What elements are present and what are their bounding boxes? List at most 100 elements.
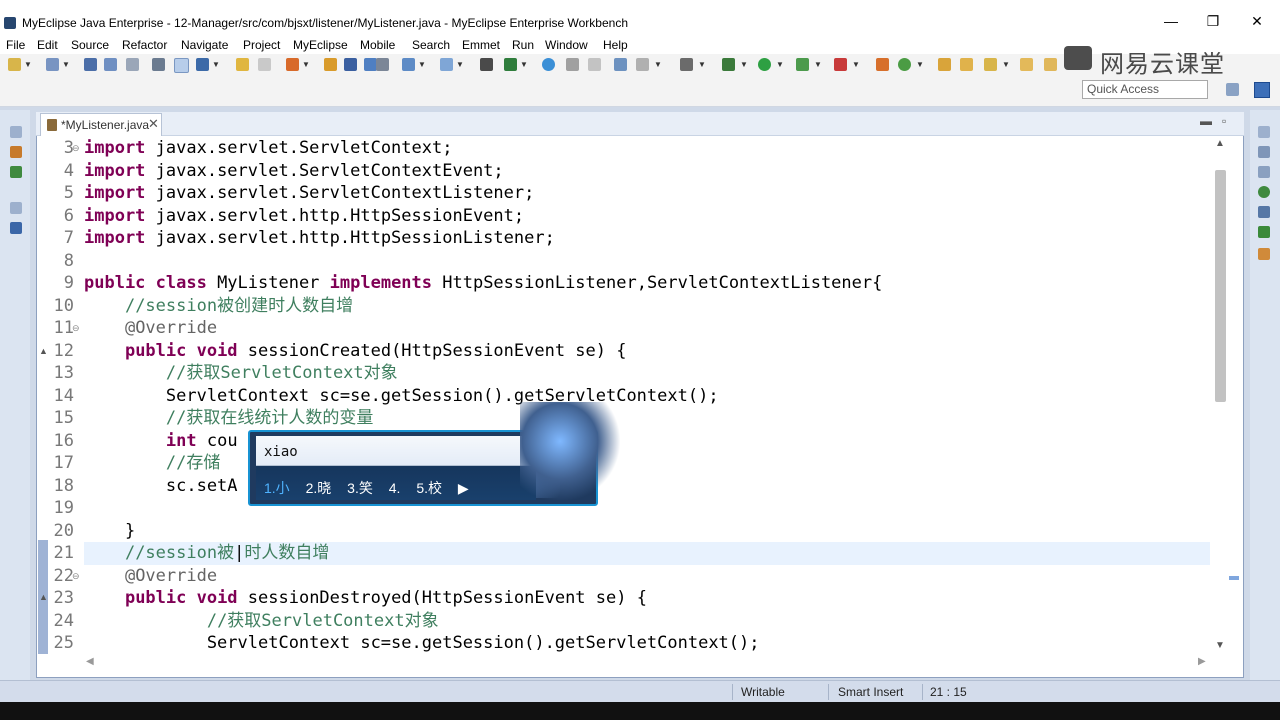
code-line[interactable]: 4 import javax.servlet.ServletContextEven… [48,160,504,182]
tab-mylistener-java[interactable]: *MyListener.java ✕ [40,113,162,136]
chevron-down-icon[interactable]: ▼ [852,60,860,69]
chevron-down-icon[interactable]: ▼ [698,60,706,69]
vertical-scrollbar-thumb[interactable] [1215,170,1226,402]
ime-candidate-list[interactable]: 1.小 2.晓 3.笑 4. 5.校 ▶ [264,478,481,498]
chevron-down-icon[interactable]: ▼ [62,60,70,69]
scroll-up-icon[interactable]: ▲ [1215,138,1225,149]
java-perspective-icon[interactable] [1254,82,1270,98]
code-line[interactable]: 3 import javax.servlet.ServletContext; [48,137,453,159]
code-line[interactable]: 23 public void sessionDestroyed(HttpSess… [48,587,647,609]
pencil-icon[interactable] [984,58,997,71]
save-all-icon[interactable] [104,58,117,71]
chevron-down-icon[interactable]: ▼ [456,60,464,69]
open-perspective-icon[interactable] [1226,83,1239,96]
menu-myeclipse[interactable]: MyEclipse [293,38,348,52]
horizontal-scrollbar[interactable] [84,656,1210,670]
chevron-down-icon[interactable]: ▼ [776,60,784,69]
monitor-icon[interactable] [1258,206,1270,218]
code-line[interactable]: 13 //获取ServletContext对象 [48,362,398,384]
robot-icon[interactable] [376,58,389,71]
restore-button[interactable]: ❐ [1198,10,1228,32]
code-line[interactable]: 10 //session被创建时人数自增 [48,295,354,317]
next-annotation-icon[interactable] [258,58,271,71]
chevron-down-icon[interactable]: ▼ [814,60,822,69]
scroll-down-icon[interactable]: ▼ [1215,640,1225,651]
restore-icon[interactable] [10,202,22,214]
restore-icon[interactable] [1258,126,1270,138]
chevron-down-icon[interactable]: ▼ [24,60,32,69]
overview-ruler-marker[interactable] [1229,576,1239,580]
previous-annotation-icon[interactable] [236,58,249,71]
table-icon[interactable] [614,58,627,71]
code-line[interactable]: 19 [48,497,84,519]
scroll-left-icon[interactable]: ◀ [86,656,94,667]
web-browser-icon[interactable] [402,58,415,71]
globe-icon[interactable] [542,58,555,71]
image-preview-icon[interactable] [10,222,22,234]
outline-icon[interactable] [1258,146,1270,158]
menu-edit[interactable]: Edit [37,38,58,52]
chevron-down-icon[interactable]: ▼ [212,60,220,69]
minimize-button[interactable]: — [1156,10,1186,32]
new-package-icon[interactable] [898,58,911,71]
ime-candidate[interactable]: 1.小 [264,480,290,496]
external-tools-icon[interactable] [834,58,847,71]
ime-candidate[interactable]: 2.晓 [306,480,332,496]
folder-icon[interactable] [1020,58,1033,71]
code-line[interactable]: 5 import javax.servlet.ServletContextList… [48,182,535,204]
code-line[interactable]: 6 import javax.servlet.http.HttpSessionEv… [48,205,524,227]
deploy-icon[interactable] [344,58,357,71]
menu-emmet[interactable]: Emmet [462,38,500,52]
console-icon[interactable] [1258,166,1270,178]
menu-mobile[interactable]: Mobile [360,38,395,52]
menu-help[interactable]: Help [603,38,628,52]
fold-expanded-icon[interactable]: ⊖ [72,143,80,154]
coverage-icon[interactable] [796,58,809,71]
package-icon[interactable] [324,58,337,71]
refresh-icon[interactable] [588,58,601,71]
menu-project[interactable]: Project [243,38,280,52]
fold-expanded-icon[interactable]: ⊖ [72,571,80,582]
new-java-project-icon[interactable] [46,58,59,71]
chevron-down-icon[interactable]: ▼ [654,60,662,69]
new-web-project-icon[interactable] [286,58,299,71]
menu-refactor[interactable]: Refactor [122,38,167,52]
code-line[interactable]: 25 ServletContext sc=se.getSession().get… [48,632,760,654]
menu-file[interactable]: File [6,38,25,52]
menu-window[interactable]: Window [545,38,588,52]
chevron-down-icon[interactable]: ▼ [418,60,426,69]
chevron-down-icon[interactable]: ▼ [916,60,924,69]
code-line[interactable]: 9 public class MyListener implements Http… [48,272,883,294]
run-icon[interactable] [758,58,771,71]
disk-icon[interactable] [566,58,579,71]
toggle-mark-occurrences-icon[interactable] [174,58,189,73]
code-line[interactable]: 15 //获取在线统计人数的变量 [48,407,374,429]
problems-icon[interactable] [1258,226,1270,238]
close-button[interactable]: ✕ [1242,10,1272,32]
maximize-editor-button[interactable]: ▫ [1222,114,1226,128]
chevron-down-icon[interactable]: ▼ [740,60,748,69]
settings-icon[interactable] [636,58,649,71]
ime-next-page-icon[interactable]: ▶ [458,480,469,496]
code-line[interactable]: 18 sc.setA [48,475,238,497]
menu-search[interactable]: Search [412,38,450,52]
tomcat-icon[interactable] [504,58,517,71]
ime-candidate[interactable]: 5.校 [416,480,442,496]
ime-candidate[interactable]: 3.笑 [347,480,373,496]
code-line[interactable]: 12 public void sessionCreated(HttpSessio… [48,340,627,362]
open-folder-2-icon[interactable] [960,58,973,71]
code-line[interactable]: 17 //存储 [48,452,221,474]
code-line[interactable]: 21 //session被|时人数自增 [48,542,330,564]
server-icon[interactable] [152,58,165,71]
scroll-right-icon[interactable]: ▶ [1198,656,1206,667]
ime-candidate-window[interactable]: xiao 1.小 2.晓 3.笑 4. 5.校 ▶ [248,402,620,506]
open-folder-icon[interactable] [938,58,951,71]
code-line[interactable]: 8 [48,250,84,272]
code-line[interactable]: 20 } [48,520,136,542]
servers-icon[interactable] [1258,186,1270,198]
ime-candidate[interactable]: 4. [389,480,401,496]
snippets-icon[interactable] [1258,248,1270,260]
chevron-down-icon[interactable]: ▼ [1002,60,1010,69]
menu-source[interactable]: Source [71,38,109,52]
terminal-icon[interactable] [680,58,693,71]
